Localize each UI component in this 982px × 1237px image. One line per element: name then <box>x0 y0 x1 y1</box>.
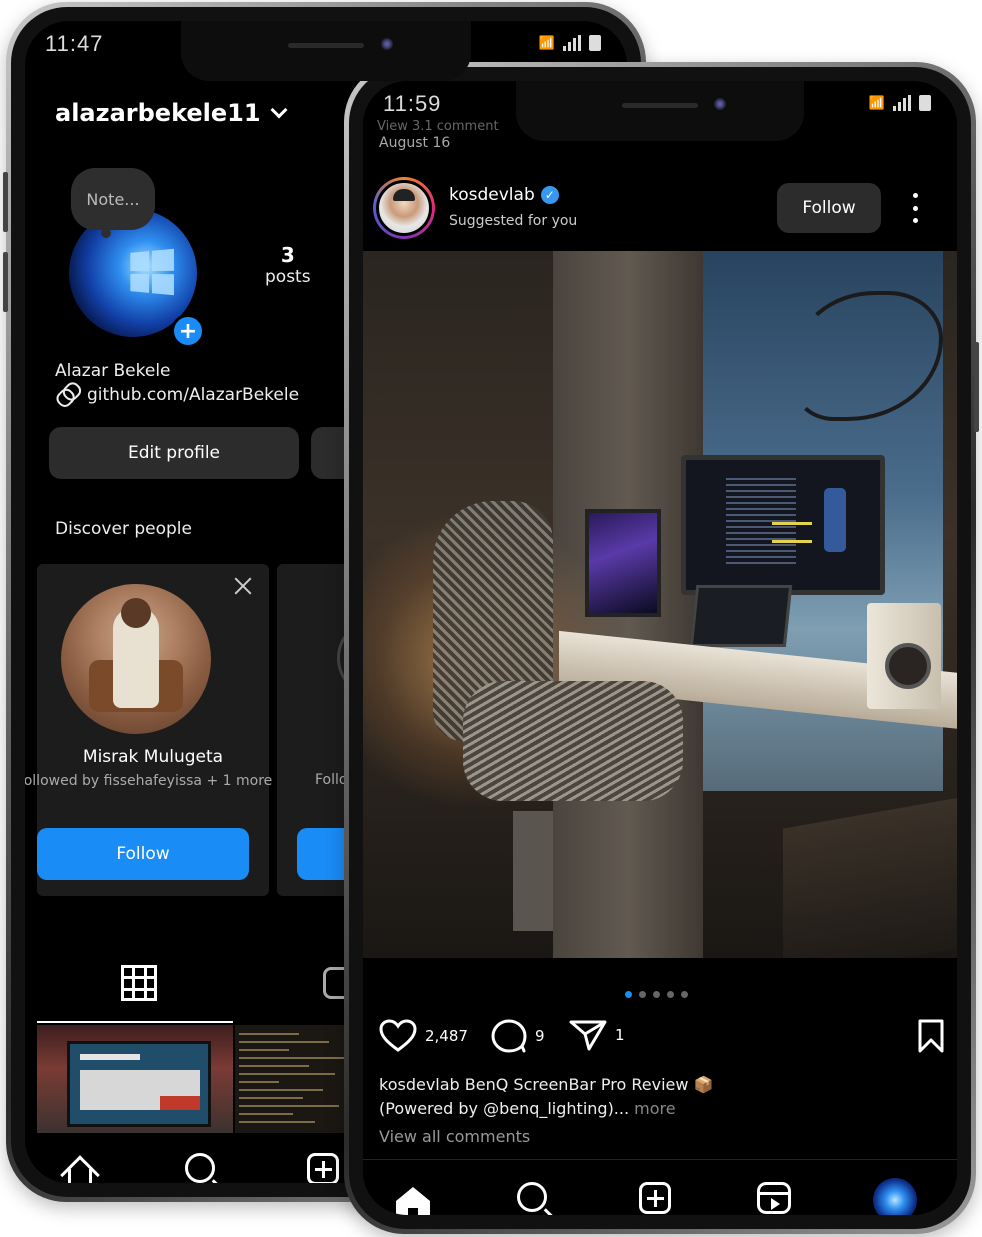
tab-indicator <box>37 1021 233 1023</box>
comment-action[interactable]: 9 <box>491 1019 545 1053</box>
home-icon[interactable] <box>393 1184 433 1215</box>
phone-bezel: 11:59 📶 View 3.1 comment August 16 kosde… <box>349 67 971 1229</box>
follow-button[interactable]: Follow <box>777 183 881 233</box>
notch <box>181 21 471 81</box>
grid-icon[interactable] <box>121 965 157 1001</box>
status-time: 11:47 <box>45 31 104 56</box>
suggestion-avatar[interactable] <box>61 584 211 734</box>
carousel-dot <box>625 991 632 998</box>
verified-badge-icon: ✓ <box>540 186 559 204</box>
like-action[interactable]: 2,487 <box>379 1019 468 1053</box>
profile-link[interactable]: github.com/AlazarBekele <box>55 385 299 405</box>
caption-text: BenQ ScreenBar Pro Review 📦 <box>459 1075 714 1094</box>
link-icon <box>54 382 81 409</box>
signal-icon <box>563 35 581 51</box>
suggestion-mutuals: ollowed by fissehafeyissa + 1 more <box>25 773 273 789</box>
caption-line2: (Powered by @benq_lighting)... <box>379 1099 630 1118</box>
share-count: 1 <box>615 1026 625 1044</box>
add-story-button[interactable]: + <box>171 314 205 348</box>
edit-profile-button[interactable]: Edit profile <box>49 427 299 479</box>
profile-link-text: github.com/AlazarBekele <box>87 385 300 405</box>
caption-more-link[interactable]: more <box>634 1099 675 1118</box>
bookmark-icon[interactable] <box>917 1019 945 1053</box>
create-icon[interactable] <box>307 1153 339 1183</box>
share-action[interactable]: 1 <box>569 1019 625 1051</box>
profile-avatar[interactable] <box>873 1178 917 1215</box>
suggestion-mutuals: Follo <box>315 772 348 788</box>
follow-button[interactable]: Follow <box>37 828 249 880</box>
status-icons: 📶 <box>539 35 601 51</box>
view-all-comments-link[interactable]: View all comments <box>379 1127 530 1146</box>
post-caption: kosdevlab BenQ ScreenBar Pro Review 📦 (P… <box>379 1073 939 1121</box>
username: alazarbekele11 <box>55 99 261 127</box>
create-icon[interactable] <box>639 1182 671 1214</box>
wifi-icon: 📶 <box>868 95 885 111</box>
discover-people-title: Discover people <box>55 519 192 539</box>
close-icon[interactable] <box>233 576 253 596</box>
caption-username[interactable]: kosdevlab <box>379 1075 460 1094</box>
carousel-dot <box>667 991 674 998</box>
post-image[interactable] <box>363 251 957 958</box>
signal-icon <box>893 95 911 111</box>
carousel-indicator <box>625 991 688 998</box>
search-icon[interactable] <box>517 1182 547 1212</box>
reels-icon[interactable] <box>757 1182 791 1214</box>
comment-count: 9 <box>535 1027 545 1045</box>
posts-count: 3 posts <box>265 243 311 287</box>
volume-button <box>3 172 8 232</box>
search-icon[interactable] <box>185 1153 215 1183</box>
carousel-dot <box>681 991 688 998</box>
like-count: 2,487 <box>425 1027 468 1045</box>
post-author[interactable]: kosdevlab ✓ <box>449 185 559 205</box>
display-name: Alazar Bekele <box>55 361 171 381</box>
notch <box>516 81 804 141</box>
power-button <box>974 342 979 432</box>
more-options-icon[interactable] <box>913 193 919 223</box>
posts-label: posts <box>265 267 311 287</box>
suggestion-name: Misrak Mulugeta <box>82 747 224 767</box>
bottom-nav <box>363 1159 957 1215</box>
chevron-down-icon <box>270 101 288 119</box>
battery-icon <box>919 95 931 111</box>
windows-logo-icon <box>130 248 174 296</box>
post-author-name: kosdevlab <box>449 185 535 205</box>
feed-screen: 11:59 📶 View 3.1 comment August 16 kosde… <box>363 81 957 1215</box>
battery-icon <box>589 35 601 51</box>
heart-icon <box>379 1019 417 1052</box>
carousel-dot <box>653 991 660 998</box>
status-icons: 📶 <box>869 95 931 111</box>
comment-icon <box>491 1019 527 1053</box>
post-actions: 2,487 9 1 <box>379 1019 945 1059</box>
volume-button <box>3 252 8 312</box>
carousel-dot <box>639 991 646 998</box>
post-author-avatar[interactable] <box>373 177 435 239</box>
share-icon <box>569 1020 607 1051</box>
posts-number: 3 <box>280 243 295 267</box>
previous-post-comments[interactable]: View 3.1 comment <box>377 119 499 134</box>
wifi-icon: 📶 <box>538 35 555 51</box>
suggestion-card: Misrak Mulugeta ollowed by fissehafeyiss… <box>25 564 272 896</box>
status-time: 11:59 <box>383 91 442 116</box>
post-thumbnail[interactable] <box>37 1025 233 1133</box>
post-date: August 16 <box>379 135 451 151</box>
account-switcher[interactable]: alazarbekele11 <box>55 99 288 127</box>
note-bubble[interactable]: Note... <box>71 168 155 238</box>
home-icon[interactable] <box>60 1155 100 1183</box>
suggested-label: Suggested for you <box>449 213 578 229</box>
phone-feed-screen: 11:59 📶 View 3.1 comment August 16 kosde… <box>344 62 979 1234</box>
